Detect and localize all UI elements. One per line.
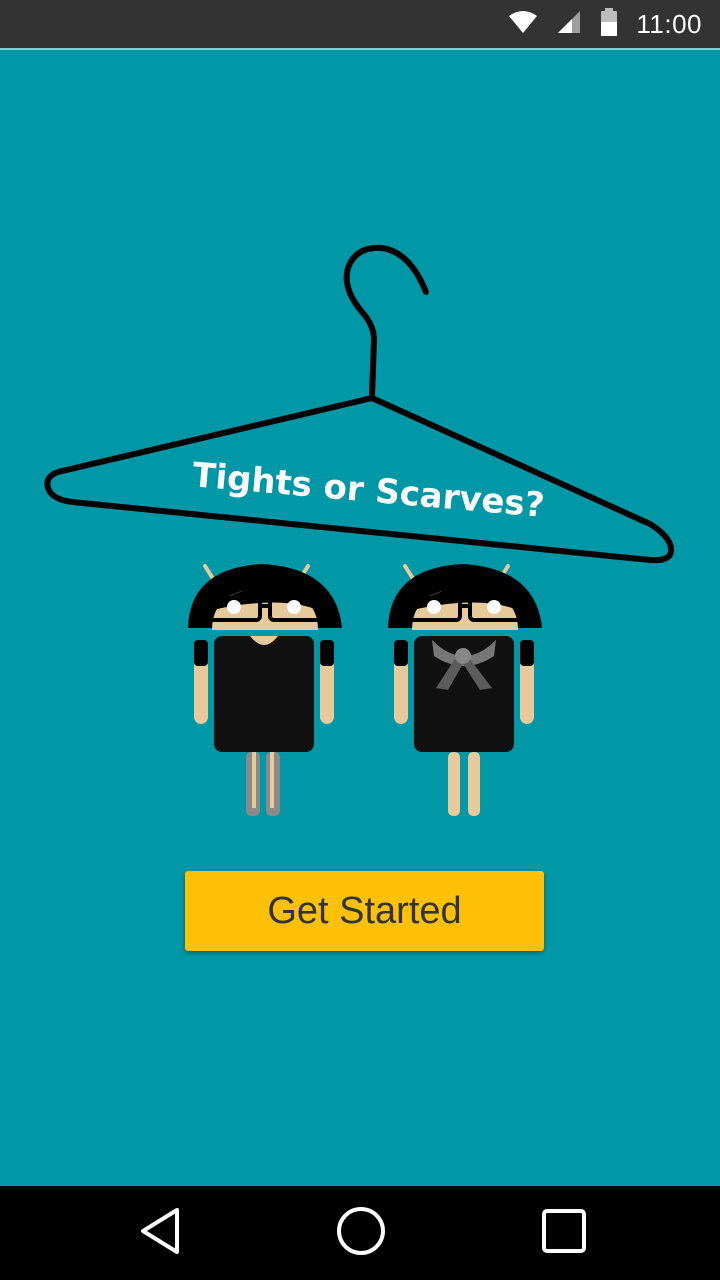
android-tights-figure [188, 564, 342, 816]
recents-button[interactable] [504, 1186, 624, 1280]
recents-icon [541, 1208, 587, 1258]
hanger-hook [343, 244, 429, 399]
android-scarf-figure [388, 564, 542, 816]
status-bar: 11:00 [0, 0, 720, 48]
hanger-illustration: Tights or Scarves? [44, 244, 674, 816]
main-content: Tights or Scarves? Get Started [0, 48, 720, 1186]
home-button[interactable] [301, 1186, 421, 1280]
cell-signal-icon [556, 9, 582, 39]
back-button[interactable] [100, 1186, 220, 1280]
back-icon [137, 1206, 183, 1260]
get-started-button[interactable]: Get Started [185, 871, 544, 951]
status-time: 11:00 [636, 8, 702, 39]
hanger-title: Tights or Scarves? [191, 455, 546, 526]
wifi-icon [508, 10, 538, 38]
battery-icon [600, 8, 618, 40]
status-icons: 11:00 [508, 0, 702, 48]
navigation-bar [0, 1186, 720, 1280]
home-icon [335, 1205, 387, 1261]
